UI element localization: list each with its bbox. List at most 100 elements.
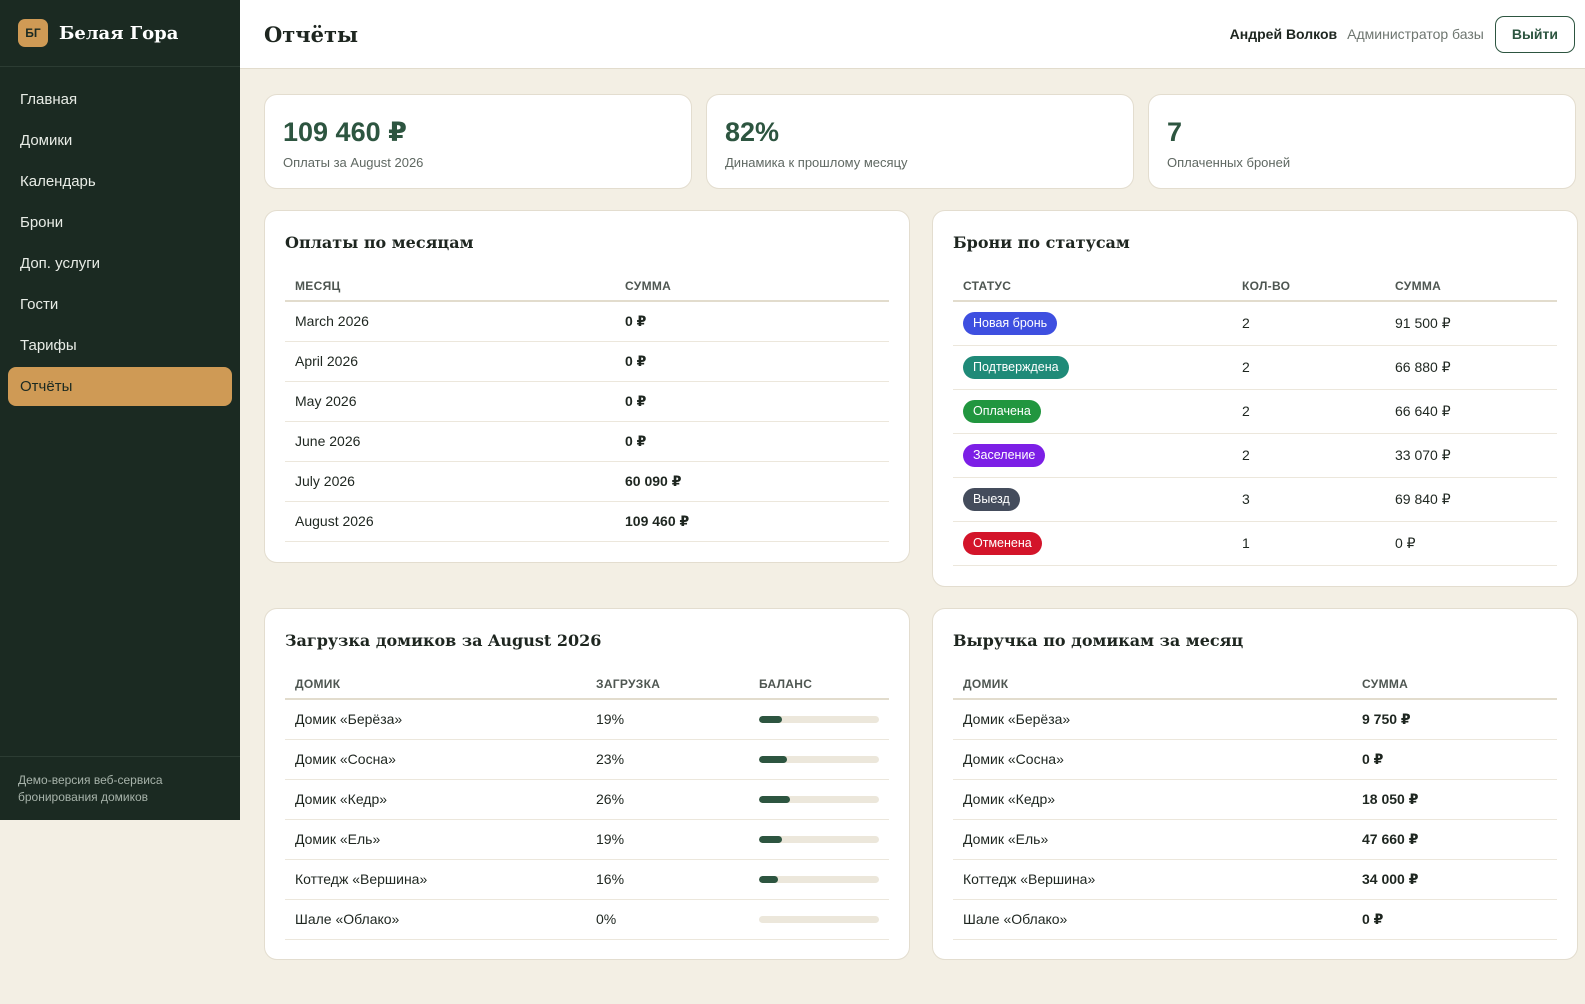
logout-button[interactable]: Выйти [1494,15,1575,53]
house-cell: Домик «Кедр» [953,779,1352,820]
sidebar-item-guests[interactable]: Гости [8,285,232,324]
stat-card-dynamics: 82% Динамика к прошлому месяцу [706,94,1134,189]
table-row: Домик «Берёза» 19% [285,699,889,740]
table-row: Подтверждена 2 66 880 ₽ [953,345,1557,390]
top-header: Отчёты Андрей Волков Администратор базы … [240,0,1585,69]
month-cell: July 2026 [285,461,615,502]
sum-cell: 0 ₽ [1352,739,1557,780]
table-row: Заселение 2 33 070 ₽ [953,433,1557,478]
brand[interactable]: БГ Белая Гора [0,0,240,67]
column-header-sum: Сумма [1385,271,1557,302]
month-cell: June 2026 [285,421,615,462]
table-row: Коттедж «Вершина» 34 000 ₽ [953,859,1557,900]
status-badge: Оплачена [963,399,1041,423]
stat-value: 109 460 ₽ [283,117,407,147]
column-header-status: Статус [953,271,1232,302]
sum-cell: 0 ₽ [615,381,889,422]
sidebar-item-extra-services[interactable]: Доп. услуги [8,244,232,283]
month-cell: April 2026 [285,341,615,382]
load-bar-fill [759,835,782,843]
panel-bookings-by-status: Брони по статусам Статус Кол-во Сумма Но… [932,210,1578,587]
house-cell: Коттедж «Вершина» [285,859,586,900]
status-badge: Новая бронь [963,311,1058,335]
load-cell: 19% [586,819,749,860]
panel-revenue-by-house: Выручка по домикам за месяц Домик Сумма … [932,608,1578,960]
user-area: Андрей Волков Администратор базы Выйти [1229,15,1575,53]
column-header-month: Месяц [285,271,615,302]
occupancy-table: Домик Загрузка Баланс Домик «Берёза» 19%… [285,669,889,940]
sidebar-item-tariffs[interactable]: Тарифы [8,326,232,365]
count-cell: 2 [1232,389,1385,434]
month-cell: May 2026 [285,381,615,422]
sum-cell: 60 090 ₽ [615,461,889,502]
load-bar [759,755,879,763]
user-name: Андрей Волков [1229,26,1338,42]
table-row: Домик «Ель» 47 660 ₽ [953,819,1557,860]
sum-cell: 47 660 ₽ [1352,819,1557,860]
panel-occupancy: Загрузка домиков за August 2026 Домик За… [264,608,910,960]
panel-payments-by-month: Оплаты по месяцам Месяц Сумма March 2026… [264,210,910,563]
load-cell: 19% [586,699,749,740]
table-row: Новая бронь 2 91 500 ₽ [953,301,1557,346]
count-cell: 2 [1232,345,1385,390]
table-row: March 2026 0 ₽ [285,301,889,342]
payments-table: Месяц Сумма March 2026 0 ₽ April 2026 0 … [285,271,889,542]
sum-cell: 0 ₽ [1385,521,1557,566]
sidebar-footer: Демо-версия веб-сервиса бронирования дом… [0,756,240,820]
month-cell: August 2026 [285,501,615,542]
column-header-house: Домик [285,669,586,700]
sum-cell: 33 070 ₽ [1385,433,1557,478]
sidebar-item-reports[interactable]: Отчёты [8,367,232,406]
panel-title: Брони по статусам [953,233,1130,252]
stat-value: 82% [725,117,780,147]
panel-title: Загрузка домиков за August 2026 [285,631,602,650]
load-cell: 23% [586,739,749,780]
sum-cell: 0 ₽ [615,301,889,342]
column-header-count: Кол-во [1232,271,1385,302]
load-bar [759,915,879,923]
load-bar [759,715,879,723]
sidebar: БГ Белая Гора Главная Домики Календарь Б… [0,0,240,820]
user-role: Администратор базы [1347,26,1484,42]
sidebar-item-calendar[interactable]: Календарь [8,162,232,201]
stat-card-paid-bookings: 7 Оплаченных броней [1148,94,1576,189]
load-bar [759,835,879,843]
load-bar [759,875,879,883]
stat-label: Оплаченных броней [1167,155,1291,170]
count-cell: 2 [1232,301,1385,346]
table-row: July 2026 60 090 ₽ [285,461,889,502]
house-cell: Шале «Облако» [285,899,586,940]
status-badge: Подтверждена [963,355,1069,379]
sidebar-nav: Главная Домики Календарь Брони Доп. услу… [0,67,240,406]
load-bar [759,795,879,803]
table-row: August 2026 109 460 ₽ [285,501,889,542]
brand-logo: БГ [18,19,48,47]
stat-card-payments: 109 460 ₽ Оплаты за August 2026 [264,94,692,189]
column-header-sum: Сумма [1352,669,1557,700]
sum-cell: 0 ₽ [615,341,889,382]
month-cell: March 2026 [285,301,615,342]
stat-label: Динамика к прошлому месяцу [725,155,908,170]
house-cell: Домик «Ель» [285,819,586,860]
status-badge: Выезд [963,487,1020,511]
brand-name: Белая Гора [59,22,179,44]
house-cell: Домик «Сосна» [953,739,1352,780]
count-cell: 2 [1232,433,1385,478]
stat-label: Оплаты за August 2026 [283,155,424,170]
sidebar-item-bookings[interactable]: Брони [8,203,232,242]
table-row: Выезд 3 69 840 ₽ [953,477,1557,522]
load-bar-fill [759,755,787,763]
sidebar-item-home[interactable]: Главная [8,80,232,119]
house-cell: Домик «Ель» [953,819,1352,860]
panel-title: Оплаты по месяцам [285,233,474,252]
stat-value: 7 [1167,117,1183,147]
table-row: Коттедж «Вершина» 16% [285,859,889,900]
sidebar-item-houses[interactable]: Домики [8,121,232,160]
load-cell: 0% [586,899,749,940]
house-cell: Домик «Кедр» [285,779,586,820]
sum-cell: 91 500 ₽ [1385,301,1557,346]
load-bar-fill [759,795,791,803]
load-bar-fill [759,875,779,883]
sum-cell: 66 640 ₽ [1385,389,1557,434]
sum-cell: 34 000 ₽ [1352,859,1557,900]
